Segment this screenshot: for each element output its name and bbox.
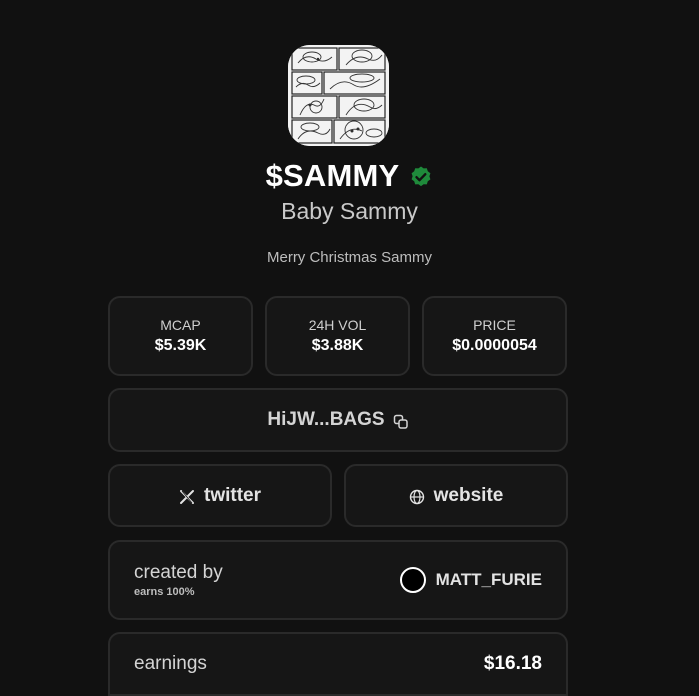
creator-card: created by earns 100% MATT_FURIE xyxy=(108,540,568,620)
website-link-button[interactable]: website xyxy=(344,464,568,527)
creator-profile-link[interactable]: MATT_FURIE xyxy=(399,567,542,593)
stat-card-24h-vol: 24H VOL $3.88K xyxy=(265,296,410,376)
stat-value: $0.0000054 xyxy=(452,337,537,354)
earnings-label: earnings xyxy=(134,653,207,674)
stat-card-price: PRICE $0.0000054 xyxy=(422,296,567,376)
earnings-card: earnings $16.18 xyxy=(108,632,568,696)
stat-label: 24H VOL xyxy=(308,317,367,333)
creator-avatar xyxy=(399,567,426,593)
contract-address: HiJW...BAGS xyxy=(267,409,385,430)
stat-label: PRICE xyxy=(473,317,516,333)
created-block: created by earns 100% xyxy=(134,562,223,598)
verified-badge-icon xyxy=(409,165,433,189)
copy-icon[interactable] xyxy=(393,414,409,430)
stat-value: $3.88K xyxy=(311,337,364,354)
token-image xyxy=(288,45,389,146)
contract-address-button[interactable]: HiJW...BAGS xyxy=(108,388,568,452)
earns-label: earns 100% xyxy=(134,586,195,598)
twitter-link-button[interactable]: twitter xyxy=(108,464,332,527)
creator-name: MATT_FURIE xyxy=(435,570,542,589)
title-row: $SAMMY xyxy=(0,156,699,196)
website-label: website xyxy=(433,484,504,506)
x-logo-icon xyxy=(179,489,195,505)
token-name: Baby Sammy xyxy=(281,198,418,224)
token-description: Merry Christmas Sammy xyxy=(266,249,432,266)
created-by-label: created by xyxy=(134,562,223,583)
token-page: $SAMMY Baby Sammy Merry Christmas Sammy … xyxy=(0,0,699,696)
stat-value: $5.39K xyxy=(154,337,207,354)
token-ticker: $SAMMY xyxy=(265,158,400,193)
comic-strip-image xyxy=(288,45,389,146)
stat-label: MCAP xyxy=(160,317,201,333)
stat-card-mcap: MCAP $5.39K xyxy=(108,296,253,376)
twitter-label: twitter xyxy=(204,484,261,506)
globe-icon xyxy=(409,489,425,505)
earnings-value: $16.18 xyxy=(483,653,542,674)
